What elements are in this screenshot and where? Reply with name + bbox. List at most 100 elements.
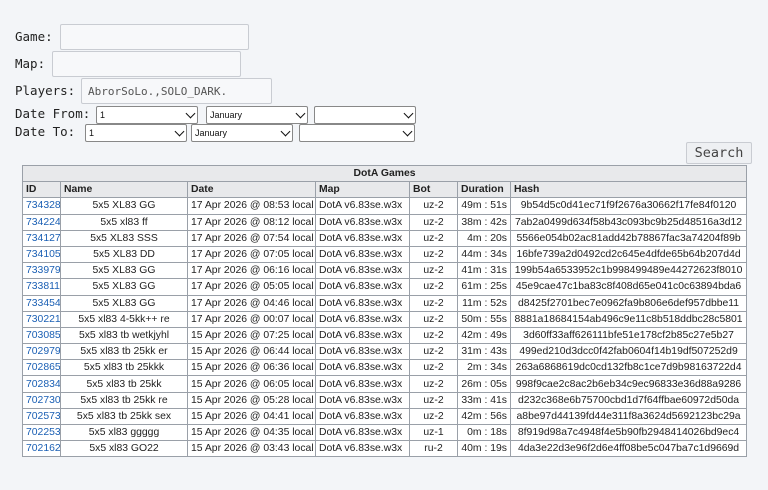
game-id-link[interactable]: 733811 xyxy=(26,281,60,292)
cell-date: 15 Apr 2026 @ 06:05 local xyxy=(187,375,316,393)
date-to-day-select[interactable]: 1 xyxy=(85,124,187,142)
cell-hash: 8f919d98a7c4948f4e5b90fb2948414026bd9ec4 xyxy=(509,423,748,442)
chevron-down-icon xyxy=(185,108,196,119)
chevron-down-icon xyxy=(403,108,414,119)
game-id-link[interactable]: 702979 xyxy=(26,346,60,357)
game-id-link[interactable]: 703085 xyxy=(26,330,60,341)
game-id-link[interactable]: 702573 xyxy=(26,411,60,422)
cell-date: 15 Apr 2026 @ 07:25 local xyxy=(187,326,316,345)
cell-map: DotA v6.83se.w3x xyxy=(315,407,410,426)
cell-name: 5x5 xl83 ggggg xyxy=(60,423,188,442)
table-row: 734224 5x5 xl83 ff 17 Apr 2026 @ 08:12 loc… xyxy=(22,213,748,231)
game-id-link[interactable]: 702730 xyxy=(26,395,60,406)
cell-id: 702865 xyxy=(22,359,61,377)
cell-duration: 40m : 19s xyxy=(457,440,511,458)
table-row: 702834 5x5 xl83 tb 25kk 15 Apr 2026 @ 06:0… xyxy=(22,375,748,393)
cell-duration: 4m : 20s xyxy=(457,229,511,247)
game-id-link[interactable]: 733454 xyxy=(26,298,60,309)
cell-date: 17 Apr 2026 @ 08:12 local xyxy=(187,213,316,231)
game-id-link[interactable]: 702253 xyxy=(26,427,60,438)
cell-duration: 11m : 52s xyxy=(457,294,511,312)
map-input[interactable] xyxy=(52,51,241,77)
game-id-link[interactable]: 733979 xyxy=(26,265,60,276)
cell-bot: uz-2 xyxy=(409,262,458,280)
cell-name: 5x5 XL83 DD xyxy=(60,245,188,264)
cell-date: 15 Apr 2026 @ 04:41 local xyxy=(187,407,316,426)
cell-id: 702253 xyxy=(22,423,61,442)
cell-id: 703085 xyxy=(22,326,61,345)
cell-date: 15 Apr 2026 @ 06:36 local xyxy=(187,359,316,377)
cell-name: 5x5 xl83 4-5kk++ re xyxy=(60,310,188,328)
cell-map: DotA v6.83se.w3x xyxy=(315,440,410,458)
cell-bot: uz-2 xyxy=(409,391,458,409)
cell-date: 15 Apr 2026 @ 06:44 local xyxy=(187,343,316,361)
cell-bot: uz-2 xyxy=(409,245,458,264)
cell-map: DotA v6.83se.w3x xyxy=(315,343,410,361)
game-id-link[interactable]: 702834 xyxy=(26,379,60,390)
date-from-year-select[interactable] xyxy=(314,106,416,124)
chevron-down-icon xyxy=(402,126,413,137)
cell-hash: a8be97d44139fd44e311f8a3624d5692123bc29a xyxy=(509,407,748,426)
game-id-link[interactable]: 734127 xyxy=(26,233,60,244)
cell-hash: 4da3e22d3e96f2d6e4ff08be5c047ba7c1d9669d xyxy=(509,440,748,458)
column-header-date: Date xyxy=(187,181,316,199)
cell-date: 17 Apr 2026 @ 08:53 local xyxy=(187,197,316,215)
date-to-year-select[interactable] xyxy=(299,124,415,142)
cell-name: 5x5 XL83 GG xyxy=(60,262,188,280)
cell-id: 733454 xyxy=(22,294,61,312)
table-row: 702865 5x5 xl83 tb 25kkk 15 Apr 2026 @ 06:… xyxy=(22,359,748,377)
cell-date: 17 Apr 2026 @ 05:05 local xyxy=(187,278,316,296)
cell-hash: 998f9cae2c8ac2b6eb34c9ec96833e36d88a9286 xyxy=(509,375,748,393)
cell-duration: 61m : 25s xyxy=(457,278,511,296)
game-id-link[interactable]: 730221 xyxy=(26,314,60,325)
game-label: Game: xyxy=(15,29,53,44)
game-id-link[interactable]: 734224 xyxy=(26,217,60,228)
cell-map: DotA v6.83se.w3x xyxy=(315,359,410,377)
cell-map: DotA v6.83se.w3x xyxy=(315,326,410,345)
table-body: 734328 5x5 XL83 GG 17 Apr 2026 @ 08:53 loc… xyxy=(22,197,748,458)
players-label: Players: xyxy=(15,83,76,98)
date-from-day-select[interactable]: 1 xyxy=(96,106,198,124)
column-header-name: Name xyxy=(60,181,188,199)
cell-duration: 0m : 18s xyxy=(457,423,511,442)
cell-hash: 8881a18684154ab496c9e11c8b518ddbc28c5801 xyxy=(509,310,748,328)
game-id-link[interactable]: 734328 xyxy=(26,200,60,211)
cell-bot: uz-2 xyxy=(409,197,458,215)
cell-duration: 44m : 34s xyxy=(457,245,511,264)
game-id-link[interactable]: 702865 xyxy=(26,362,60,373)
table-row: 702730 5x5 xl83 tb 25kk re 15 Apr 2026 @ 0… xyxy=(22,391,748,409)
game-id-link[interactable]: 734105 xyxy=(26,249,60,260)
date-from-month-value: January xyxy=(210,110,243,120)
search-button[interactable]: Search xyxy=(686,142,752,164)
table-row: 734105 5x5 XL83 DD 17 Apr 2026 @ 07:05 loc… xyxy=(22,245,748,264)
table-row: 733454 5x5 XL83 GG 17 Apr 2026 @ 04:46 loc… xyxy=(22,294,748,312)
cell-duration: 31m : 43s xyxy=(457,343,511,361)
cell-name: 5x5 xl83 tb 25kk sex xyxy=(60,407,188,426)
players-input[interactable]: AbrorSoLo.,SOLO_DARK. xyxy=(81,78,272,104)
chevron-down-icon xyxy=(174,126,185,137)
cell-map: DotA v6.83se.w3x xyxy=(315,278,410,296)
column-header-duration: Duration xyxy=(457,181,511,199)
cell-bot: uz-2 xyxy=(409,375,458,393)
table-row: 702979 5x5 xl83 tb 25kk er 15 Apr 2026 @ 0… xyxy=(22,343,748,361)
column-header-hash: Hash xyxy=(509,181,748,199)
date-to-month-select[interactable]: January xyxy=(191,124,293,142)
cell-name: 5x5 XL83 GG xyxy=(60,278,188,296)
game-id-link[interactable]: 702162 xyxy=(26,443,60,454)
cell-bot: uz-2 xyxy=(409,359,458,377)
cell-hash: 263a6868619dc0cd132fb8c1ce7d9b98163722d4 xyxy=(509,359,748,377)
table-row: 734328 5x5 XL83 GG 17 Apr 2026 @ 08:53 loc… xyxy=(22,197,748,215)
cell-date: 15 Apr 2026 @ 04:35 local xyxy=(187,423,316,442)
date-from-month-select[interactable]: January xyxy=(206,106,308,124)
date-from-day-value: 1 xyxy=(100,110,106,120)
game-input[interactable] xyxy=(60,24,249,50)
cell-duration: 50m : 55s xyxy=(457,310,511,328)
cell-id: 734224 xyxy=(22,213,61,231)
cell-date: 15 Apr 2026 @ 05:28 local xyxy=(187,391,316,409)
cell-duration: 38m : 42s xyxy=(457,213,511,231)
cell-name: 5x5 xl83 tb 25kkk xyxy=(60,359,188,377)
games-table: DotA Games ID Name Date Map Bot Duration Hash … xyxy=(21,164,748,458)
cell-hash: 7ab2a0499d634f58b43c093bc9b25d48516a3d12 xyxy=(509,213,748,231)
table-row: 730221 5x5 xl83 4-5kk++ re 17 Apr 2026 @ 0… xyxy=(22,310,748,328)
table-row: 733979 5x5 XL83 GG 17 Apr 2026 @ 06:16 loc… xyxy=(22,262,748,280)
